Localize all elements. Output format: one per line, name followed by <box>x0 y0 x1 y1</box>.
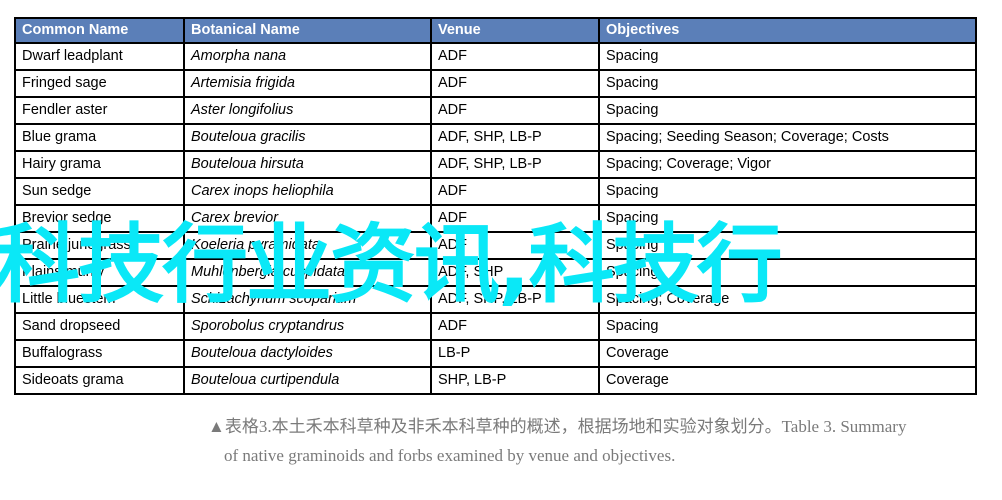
table-row: Buffalograss Bouteloua dactyloides LB-P Cov… <box>14 339 977 368</box>
cell-venue: ADF <box>430 312 600 341</box>
cell-botanical-name: Muhlenbergia cuspidata <box>183 258 432 287</box>
cell-botanical-name: Carex inops heliophila <box>183 177 432 206</box>
cell-objectives: Spacing <box>598 258 977 287</box>
cell-venue: ADF, SHP <box>430 258 600 287</box>
cell-common-name: Blue grama <box>14 123 185 152</box>
cell-objectives: Spacing <box>598 204 977 233</box>
cell-objectives: Spacing <box>598 312 977 341</box>
cell-common-name: Buffalograss <box>14 339 185 368</box>
table-row: Plains muhly Muhlenbergia cuspidata ADF, S… <box>14 258 977 287</box>
cell-botanical-name: Amorpha nana <box>183 42 432 71</box>
cell-botanical-name: Aster longifolius <box>183 96 432 125</box>
cell-venue: ADF <box>430 231 600 260</box>
column-header-common-name: Common Name <box>14 17 185 44</box>
cell-venue: ADF <box>430 42 600 71</box>
cell-botanical-name: Sporobolus cryptandrus <box>183 312 432 341</box>
table-row: Blue grama Bouteloua gracilis ADF, SHP, LB… <box>14 123 977 152</box>
cell-common-name: Sand dropseed <box>14 312 185 341</box>
cell-objectives: Coverage <box>598 366 977 395</box>
cell-venue: ADF, SHP, LB-P <box>430 285 600 314</box>
cell-botanical-name: Bouteloua curtipendula <box>183 366 432 395</box>
cell-objectives: Spacing; Coverage; Vigor <box>598 150 977 179</box>
cell-objectives: Spacing <box>598 42 977 71</box>
column-header-objectives: Objectives <box>598 17 977 44</box>
cell-venue: SHP, LB-P <box>430 366 600 395</box>
cell-common-name: Sideoats grama <box>14 366 185 395</box>
cell-common-name: Sun sedge <box>14 177 185 206</box>
cell-venue: LB-P <box>430 339 600 368</box>
cell-common-name: Hairy grama <box>14 150 185 179</box>
table-row: Sideoats grama Bouteloua curtipendula SHP,… <box>14 366 977 395</box>
cell-common-name: Plains muhly <box>14 258 185 287</box>
cell-venue: ADF, SHP, LB-P <box>430 123 600 152</box>
cell-objectives: Spacing; Seeding Season; Coverage; Costs <box>598 123 977 152</box>
species-table: Common Name Botanical Name Venue Objecti… <box>14 17 977 395</box>
cell-botanical-name: Carex brevior <box>183 204 432 233</box>
cell-objectives: Spacing <box>598 231 977 260</box>
cell-common-name: Dwarf leadplant <box>14 42 185 71</box>
cell-common-name: Fringed sage <box>14 69 185 98</box>
cell-objectives: Spacing <box>598 69 977 98</box>
cell-botanical-name: Schizachyrium scoparium <box>183 285 432 314</box>
table-row: Sand dropseed Sporobolus cryptandrus ADF Sp… <box>14 312 977 341</box>
cell-venue: ADF <box>430 204 600 233</box>
column-header-venue: Venue <box>430 17 600 44</box>
cell-botanical-name: Bouteloua dactyloides <box>183 339 432 368</box>
table-row: Hairy grama Bouteloua hirsuta ADF, SHP, LB… <box>14 150 977 179</box>
table-row: Little bluestem Schizachyrium scoparium AD… <box>14 285 977 314</box>
cell-venue: ADF <box>430 96 600 125</box>
figure-caption: ▲表格3.本土禾本科草种及非禾本科草种的概述，根据场地和实验对象划分。Table… <box>208 412 998 470</box>
table-row: Sun sedge Carex inops heliophila ADF Spacin… <box>14 177 977 206</box>
figure-root: Common Name Botanical Name Venue Objecti… <box>0 0 1002 500</box>
table-header: Common Name Botanical Name Venue Objecti… <box>14 17 977 44</box>
table-row: Prairie junegrass Koeleria pyramidata ADF S… <box>14 231 977 260</box>
cell-objectives: Spacing; Coverage <box>598 285 977 314</box>
caption-line-2: of native graminoids and forbs examined … <box>224 446 676 465</box>
cell-common-name: Prairie junegrass <box>14 231 185 260</box>
table-row: Brevior sedge Carex brevior ADF Spacing <box>14 204 977 233</box>
cell-objectives: Spacing <box>598 96 977 125</box>
cell-botanical-name: Koeleria pyramidata <box>183 231 432 260</box>
cell-botanical-name: Bouteloua gracilis <box>183 123 432 152</box>
species-table-container: Common Name Botanical Name Venue Objecti… <box>14 17 977 395</box>
table-row: Fringed sage Artemisia frigida ADF Spacing <box>14 69 977 98</box>
cell-venue: ADF, SHP, LB-P <box>430 150 600 179</box>
cell-botanical-name: Bouteloua hirsuta <box>183 150 432 179</box>
table-row: Dwarf leadplant Amorpha nana ADF Spacing <box>14 42 977 71</box>
caption-line-1: ▲表格3.本土禾本科草种及非禾本科草种的概述，根据场地和实验对象划分。Table… <box>208 417 907 436</box>
cell-botanical-name: Artemisia frigida <box>183 69 432 98</box>
cell-objectives: Spacing <box>598 177 977 206</box>
table-body: Dwarf leadplant Amorpha nana ADF Spacing Fri… <box>14 42 977 395</box>
table-header-row: Common Name Botanical Name Venue Objecti… <box>14 17 977 44</box>
column-header-botanical-name: Botanical Name <box>183 17 432 44</box>
cell-venue: ADF <box>430 177 600 206</box>
cell-venue: ADF <box>430 69 600 98</box>
table-row: Fendler aster Aster longifolius ADF Spacing <box>14 96 977 125</box>
cell-objectives: Coverage <box>598 339 977 368</box>
cell-common-name: Little bluestem <box>14 285 185 314</box>
cell-common-name: Brevior sedge <box>14 204 185 233</box>
cell-common-name: Fendler aster <box>14 96 185 125</box>
